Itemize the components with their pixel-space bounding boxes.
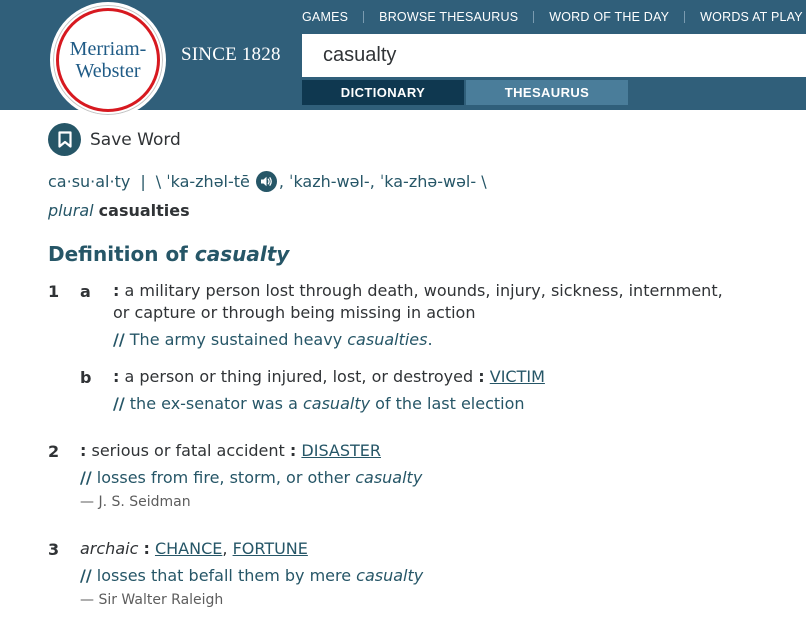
top-nav: GAMES BROWSE THESAURUS WORD OF THE DAY W… <box>302 9 803 25</box>
example-1a-pre: The army sustained heavy <box>129 330 348 349</box>
bookmark-icon <box>48 123 81 156</box>
save-word-label: Save Word <box>90 129 181 150</box>
nav-divider <box>363 11 365 23</box>
definition-heading: Definition of casualty <box>48 242 289 266</box>
definition-heading-text: Definition of <box>48 242 188 266</box>
save-word-button[interactable]: Save Word <box>48 123 181 156</box>
nav-browse-thesaurus[interactable]: BROWSE THESAURUS <box>379 10 518 24</box>
plural-form: casualties <box>98 201 190 220</box>
example-marker: // <box>80 566 92 585</box>
speaker-icon[interactable] <box>255 171 277 192</box>
attribution-3: — Sir Walter Raleigh <box>80 592 224 608</box>
definition-1a-line1: a military person lost through death, wo… <box>124 281 723 300</box>
definition-1a: : a military person lost through death, … <box>113 280 793 324</box>
plural-label: plural <box>48 201 94 220</box>
pronunciation-variants: , ˈkazh-wəl-, ˈka-zhə-wəl- \ <box>278 172 487 191</box>
nav-games[interactable]: GAMES <box>302 10 348 24</box>
sense-number-3: 3 <box>48 540 60 559</box>
example-1b-post: of the last election <box>370 394 525 413</box>
syllables: ca·su·al·ty <box>48 172 131 191</box>
sense-number-1: 1 <box>48 282 60 301</box>
definition-1a-line2: or capture or through being missing in a… <box>113 303 476 322</box>
syllable-separator: | <box>140 172 146 191</box>
comma: , <box>222 539 228 558</box>
example-2: // losses from fire, storm, or other cas… <box>80 468 422 487</box>
colon: : <box>113 367 120 386</box>
colon: : <box>143 539 150 558</box>
colon: : <box>478 367 485 386</box>
example-1b-pre: the ex-senator was a <box>129 394 303 413</box>
example-1a-em: casualties <box>347 330 428 349</box>
definition-1b: : a person or thing injured, lost, or de… <box>113 366 545 388</box>
example-3: // losses that befall them by mere casua… <box>80 566 423 585</box>
example-marker: // <box>113 394 125 413</box>
nav-word-of-the-day[interactable]: WORD OF THE DAY <box>549 10 669 24</box>
tab-dictionary[interactable]: DICTIONARY <box>302 80 464 105</box>
nav-words-at-play[interactable]: WORDS AT PLAY <box>700 10 803 24</box>
nav-divider <box>684 11 686 23</box>
example-marker: // <box>80 468 92 487</box>
definition-2-text: serious or fatal accident <box>91 441 285 460</box>
plural-line: plural casualties <box>48 201 190 220</box>
logo-ring: Merriam- Webster <box>56 8 160 112</box>
colon: : <box>113 281 120 300</box>
definition-2: : serious or fatal accident : DISASTER <box>80 440 381 462</box>
example-1a-post: . <box>427 330 433 349</box>
xref-fortune[interactable]: FORTUNE <box>233 539 308 558</box>
merriam-webster-logo[interactable]: Merriam- Webster <box>50 2 166 118</box>
xref-victim[interactable]: VICTIM <box>490 367 545 386</box>
xref-chance[interactable]: CHANCE <box>155 539 222 558</box>
since-tagline: SINCE 1828 <box>181 44 281 65</box>
colon: : <box>289 441 297 460</box>
example-3-pre: losses that befall them by mere <box>96 566 357 585</box>
sense-number-2: 2 <box>48 442 60 461</box>
attribution-2: — J. S. Seidman <box>80 494 191 510</box>
example-marker: // <box>113 330 125 349</box>
example-1b-em: casualty <box>302 394 371 413</box>
colon: : <box>80 441 87 460</box>
tab-thesaurus[interactable]: THESAURUS <box>466 80 628 105</box>
headword: casualty <box>194 242 290 266</box>
logo-text-line1: Merriam- <box>69 38 147 60</box>
sense-letter-1b: b <box>80 368 92 387</box>
example-1b: // the ex-senator was a casualty of the … <box>113 394 525 413</box>
example-3-em: casualty <box>356 566 424 585</box>
example-1a: // The army sustained heavy casualties. <box>113 330 433 349</box>
logo-text-line2: Webster <box>75 60 141 82</box>
definition-3: archaic : CHANCE, FORTUNE <box>80 538 308 560</box>
example-2-em: casualty <box>355 468 423 487</box>
pronunciation-line: ca·su·al·ty | \ ˈka-zhəl-tē , ˈkazh-wəl-… <box>48 171 487 192</box>
search-input[interactable] <box>302 34 806 77</box>
pronunciation-primary: \ ˈka-zhəl-tē <box>155 172 250 191</box>
usage-label: archaic <box>80 539 139 558</box>
nav-divider <box>533 11 535 23</box>
xref-disaster[interactable]: DISASTER <box>301 441 381 460</box>
example-2-pre: losses from fire, storm, or other <box>96 468 356 487</box>
sense-letter-1a: a <box>80 282 91 301</box>
definition-1b-text: a person or thing injured, lost, or dest… <box>124 367 474 386</box>
